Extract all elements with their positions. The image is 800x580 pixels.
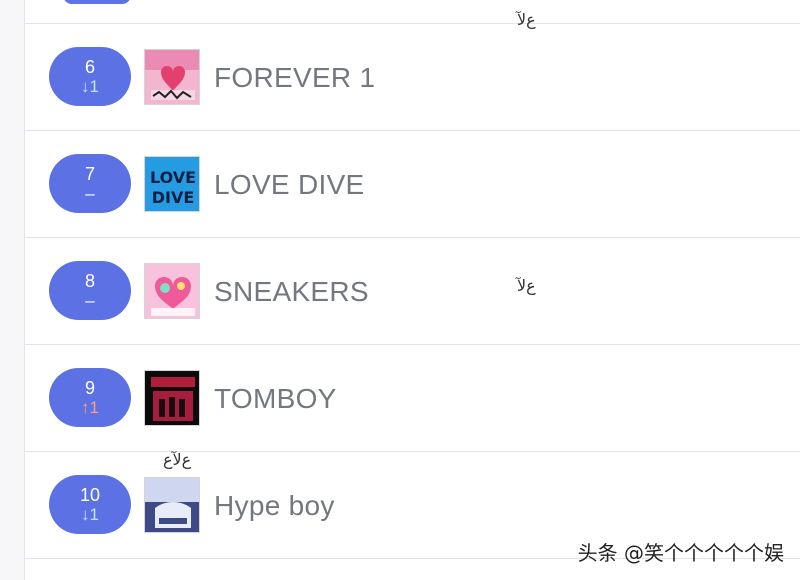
scribble-mark: ﻉﻵﻉ — [163, 450, 192, 469]
scribble-mark: ﻉﻵ — [517, 10, 536, 29]
rank-change-same: – — [85, 290, 95, 310]
album-art-image — [145, 478, 199, 532]
rank-badge: 7 – — [49, 154, 131, 213]
song-title[interactable]: Hype boy — [214, 490, 335, 522]
forever1-album-art[interactable] — [144, 49, 200, 105]
rank-badge: 10 ↓1 — [49, 475, 131, 534]
sneakers-album-art[interactable] — [144, 263, 200, 319]
song-title[interactable]: FOREVER 1 — [214, 62, 375, 94]
rank-number: 6 — [84, 56, 95, 77]
rank-change-same: – — [85, 183, 95, 203]
rank-number: 8 — [84, 270, 95, 291]
album-art-image: LOVE DIVE — [145, 157, 199, 211]
chart-row-9[interactable]: 9 ↑1 TOMBOY — [25, 345, 800, 452]
rank-change-up: ↑1 — [81, 397, 99, 417]
rank-number: 9 — [84, 377, 95, 398]
hypeboy-album-art[interactable] — [144, 477, 200, 533]
album-art-image — [145, 50, 199, 104]
previous-rank-pill — [63, 0, 131, 4]
rank-badge: 9 ↑1 — [49, 368, 131, 427]
album-art-image — [145, 371, 199, 425]
tomboy-album-art[interactable] — [144, 370, 200, 426]
chart-row-6[interactable]: 6 ↓1 FOREVER 1 ﻉﻵ — [25, 10, 800, 131]
rank-change-down: ↓1 — [81, 504, 99, 524]
rank-change-down: ↓1 — [81, 76, 99, 96]
scribble-mark: ﻉﻵ — [517, 276, 536, 295]
song-title[interactable]: SNEAKERS — [214, 276, 369, 308]
svg-text:LOVE: LOVE — [150, 168, 196, 187]
left-gutter — [0, 0, 24, 580]
song-title[interactable]: TOMBOY — [214, 383, 337, 415]
rank-number: 10 — [79, 484, 101, 505]
chart-row-7[interactable]: 7 – LOVE DIVE LOVE DIVE — [25, 131, 800, 238]
album-art-image — [145, 264, 199, 318]
watermark-text: 头条 @笑个个个个个娱 — [577, 541, 784, 565]
rank-badge: 8 – — [49, 261, 131, 320]
rank-badge: 6 ↓1 — [49, 47, 131, 106]
chart-row-8[interactable]: 8 – SNEAKERS ﻉﻵ — [25, 238, 800, 345]
chart-list: 6 ↓1 FOREVER 1 ﻉﻵ 7 – LOVE DIVE LOVE DIV… — [24, 0, 800, 580]
previous-row-remnant — [25, 0, 800, 24]
song-title[interactable]: LOVE DIVE — [214, 169, 365, 201]
svg-text:DIVE: DIVE — [152, 188, 195, 207]
rank-number: 7 — [84, 163, 95, 184]
lovedive-album-art[interactable]: LOVE DIVE — [144, 156, 200, 212]
